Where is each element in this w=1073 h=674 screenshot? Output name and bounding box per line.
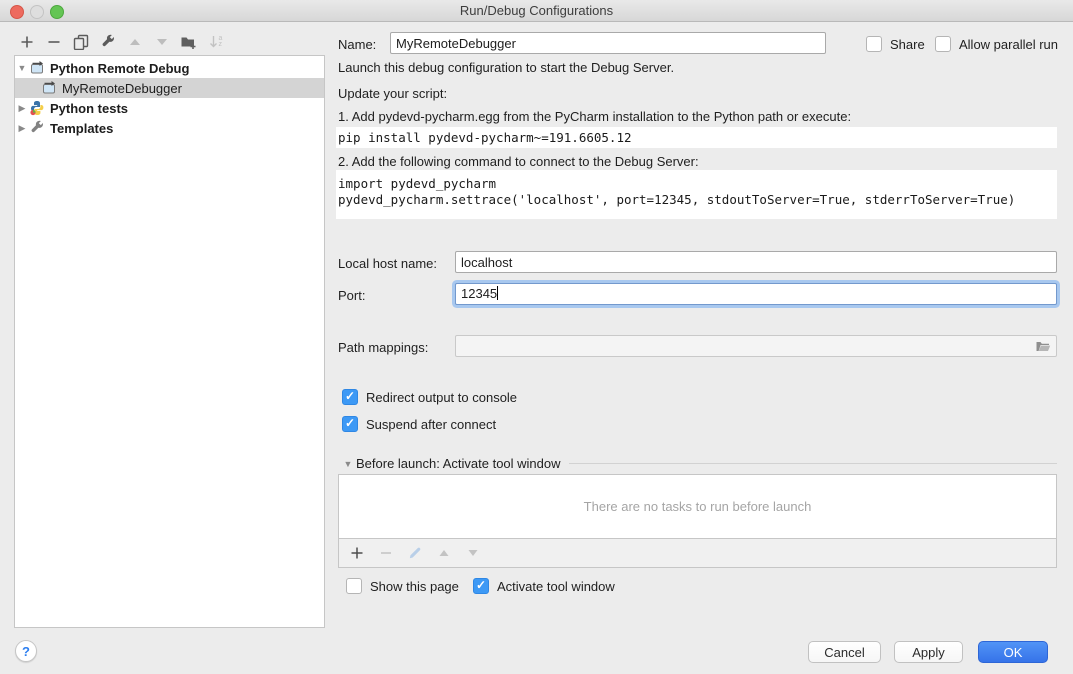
- triangle-up-icon: [128, 35, 142, 49]
- copy-configuration-button[interactable]: [72, 34, 89, 51]
- window-title: Run/Debug Configurations: [0, 3, 1073, 18]
- python-tests-icon: [29, 100, 45, 116]
- plus-icon: [19, 34, 35, 50]
- allow-parallel-run-label: Allow parallel run: [959, 37, 1058, 52]
- apply-button[interactable]: Apply: [894, 641, 963, 663]
- plus-icon: [350, 546, 364, 560]
- redirect-output-label: Redirect output to console: [366, 390, 517, 405]
- run-configuration-icon: [29, 60, 45, 76]
- activate-tool-window-checkbox[interactable]: [473, 578, 489, 594]
- suspend-after-connect-option[interactable]: Suspend after connect: [342, 416, 496, 432]
- triangle-down-icon: [467, 547, 479, 559]
- name-input[interactable]: [390, 32, 826, 54]
- remove-task-button[interactable]: [377, 545, 394, 562]
- move-task-down-button[interactable]: [464, 545, 481, 562]
- tree-item-label: Python tests: [50, 101, 128, 116]
- show-this-page-label: Show this page: [370, 579, 459, 594]
- show-this-page-option[interactable]: Show this page: [346, 578, 459, 594]
- before-launch-title: Before launch: Activate tool window: [356, 456, 561, 471]
- before-launch-tasks-panel: There are no tasks to run before launch: [338, 474, 1057, 568]
- tree-item-python-remote-debug[interactable]: ▼ Python Remote Debug: [15, 58, 324, 78]
- section-divider: [569, 463, 1057, 464]
- cancel-button[interactable]: Cancel: [808, 641, 881, 663]
- tree-item-python-tests[interactable]: ▶ Python tests: [15, 98, 324, 118]
- chevron-right-icon[interactable]: ▶: [15, 103, 29, 114]
- edit-task-button[interactable]: [406, 545, 423, 562]
- suspend-after-connect-checkbox[interactable]: [342, 416, 358, 432]
- tree-item-myremotedebugger[interactable]: MyRemoteDebugger: [15, 78, 324, 98]
- path-mappings-label: Path mappings:: [338, 340, 428, 355]
- configurations-toolbar: a z: [18, 31, 224, 53]
- tasks-toolbar: [339, 538, 1056, 567]
- tree-item-templates[interactable]: ▶ Templates: [15, 118, 324, 138]
- update-script-text: Update your script:: [338, 86, 447, 101]
- add-configuration-button[interactable]: [18, 34, 35, 51]
- allow-parallel-run-checkbox[interactable]: [935, 36, 951, 52]
- tree-item-label: MyRemoteDebugger: [62, 81, 182, 96]
- path-mappings-input[interactable]: [455, 335, 1057, 357]
- run-configuration-icon: [41, 80, 57, 96]
- activate-tool-window-option[interactable]: Activate tool window: [473, 578, 615, 594]
- new-folder-button[interactable]: [180, 34, 197, 51]
- redirect-output-checkbox[interactable]: [342, 389, 358, 405]
- help-button[interactable]: ?: [15, 640, 37, 662]
- share-option[interactable]: Share: [866, 36, 925, 52]
- folder-plus-icon: [180, 34, 197, 50]
- share-checkbox[interactable]: [866, 36, 882, 52]
- redirect-output-option[interactable]: Redirect output to console: [342, 389, 517, 405]
- pip-install-code: pip install pydevd-pycharm~=191.6605.12: [336, 127, 1057, 148]
- triangle-down-icon: [155, 35, 169, 49]
- run-debug-configurations-dialog: Run/Debug Configurations: [0, 0, 1073, 674]
- configurations-tree: ▼ Python Remote Debug MyRemoteDebugger ▶: [14, 55, 325, 628]
- step1-text: 1. Add pydevd-pycharm.egg from the PyCha…: [338, 109, 851, 124]
- add-task-button[interactable]: [348, 545, 365, 562]
- allow-parallel-run-option[interactable]: Allow parallel run: [935, 36, 1058, 52]
- suspend-after-connect-label: Suspend after connect: [366, 417, 496, 432]
- chevron-down-icon[interactable]: ▼: [342, 459, 354, 469]
- share-label: Share: [890, 37, 925, 52]
- port-label: Port:: [338, 288, 365, 303]
- triangle-up-icon: [438, 547, 450, 559]
- arrow-down-icon: [209, 35, 218, 49]
- name-label: Name:: [338, 37, 376, 52]
- templates-wrench-icon: [29, 120, 45, 136]
- settrace-code: import pydevd_pycharm pydevd_pycharm.set…: [336, 170, 1057, 219]
- open-folder-icon[interactable]: [1035, 339, 1051, 354]
- local-host-name-label: Local host name:: [338, 256, 437, 271]
- activate-tool-window-label: Activate tool window: [497, 579, 615, 594]
- text-cursor: [497, 286, 498, 300]
- empty-tasks-text: There are no tasks to run before launch: [339, 475, 1056, 538]
- before-launch-section-header: ▼ Before launch: Activate tool window: [342, 456, 1057, 471]
- minus-icon: [379, 546, 393, 560]
- ok-button[interactable]: OK: [978, 641, 1048, 663]
- move-up-button[interactable]: [126, 34, 143, 51]
- chevron-right-icon[interactable]: ▶: [15, 123, 29, 134]
- local-host-name-input[interactable]: [455, 251, 1057, 273]
- question-mark-icon: ?: [22, 644, 30, 659]
- wrench-icon: [100, 34, 116, 50]
- edit-templates-button[interactable]: [99, 34, 116, 51]
- sort-configurations-button[interactable]: a z: [207, 34, 224, 51]
- chevron-down-icon[interactable]: ▼: [15, 63, 29, 73]
- title-bar: Run/Debug Configurations: [0, 0, 1073, 22]
- move-down-button[interactable]: [153, 34, 170, 51]
- port-input[interactable]: 12345: [455, 283, 1057, 305]
- intro-text: Launch this debug configuration to start…: [338, 60, 674, 75]
- minus-icon: [46, 34, 62, 50]
- remove-configuration-button[interactable]: [45, 34, 62, 51]
- show-this-page-checkbox[interactable]: [346, 578, 362, 594]
- pencil-icon: [408, 546, 422, 560]
- tree-item-label: Python Remote Debug: [50, 61, 189, 76]
- move-task-up-button[interactable]: [435, 545, 452, 562]
- copy-icon: [73, 34, 89, 50]
- step2-text: 2. Add the following command to connect …: [338, 154, 699, 169]
- tree-item-label: Templates: [50, 121, 113, 136]
